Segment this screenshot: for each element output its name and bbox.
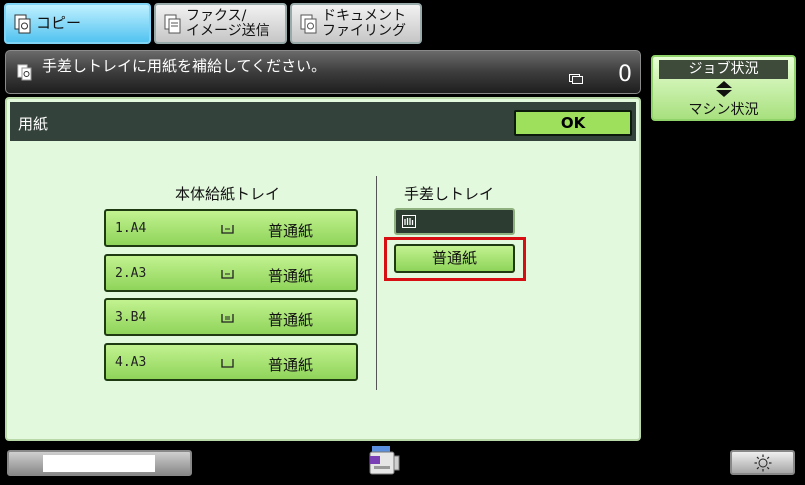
progress-indicator [7,450,192,476]
message-bar: 手差しトレイに用紙を補給してください。 0 [5,50,641,94]
job-status-button[interactable]: ジョブ状況 マシン状況 [651,55,796,121]
tray-paper-type: 普通紙 [268,311,314,329]
brightness-button[interactable] [730,450,795,475]
bypass-tray-indicator [394,208,515,235]
brightness-icon [754,454,772,472]
tray-number: 3.B4 [115,310,147,325]
tab-fax-label: ファクス/ イメージ送信 [186,7,270,39]
tray-paper-type: 普通紙 [268,222,314,240]
status-message: 手差しトレイに用紙を補給してください。 [42,57,327,75]
tray-button-2[interactable]: 2.A3 普通紙 [104,254,358,292]
machine-status-icon[interactable] [366,444,402,478]
tab-fax-label-line2: イメージ送信 [186,22,270,39]
bypass-tray-paper-type-button[interactable]: 普通紙 [394,244,515,273]
section-divider [376,176,377,390]
tray-empty-icon [221,359,234,368]
tab-filing-label-line1: ドキュメント [322,7,406,24]
tab-fax-label-line1: ファクス/ [186,7,247,24]
progress-fill [43,455,155,472]
bypass-tray-icon [402,215,416,228]
tray-landscape-icon [221,225,234,234]
paper-select-dialog: 用紙 OK 本体給紙トレイ 手差しトレイ 1.A4 普通紙 2.A3 普通紙 3… [5,97,641,441]
dialog-title: 用紙 [18,115,49,133]
machine-status-label: マシン状況 [688,102,759,118]
tray-landscape-icon [221,270,234,279]
tray-button-3[interactable]: 3.B4 普通紙 [104,298,358,336]
tab-fax-image-send[interactable]: ファクス/ イメージ送信 [154,3,287,44]
tab-filing-label-line2: ファイリング [322,22,406,39]
copy-count: 0 [618,62,632,87]
tray-button-4[interactable]: 4.A3 普通紙 [104,343,358,381]
fax-send-icon [164,14,182,34]
manual-tray-section-label: 手差しトレイ [404,185,495,203]
tab-copy[interactable]: コピー [4,3,151,44]
tray-button-1[interactable]: 1.A4 普通紙 [104,209,358,247]
tray-paper-type: 普通紙 [268,267,314,285]
main-tray-section-label: 本体給紙トレイ [175,185,281,203]
tray-number: 4.A3 [115,355,147,370]
copy-icon [14,14,32,34]
dialog-header: 用紙 OK [10,102,636,141]
tab-copy-label: コピー [36,14,82,32]
up-down-arrow-icon [716,81,732,97]
tray-landscape-icon [221,314,234,323]
tab-document-filing[interactable]: ドキュメント ファイリング [290,3,422,44]
tray-paper-type: 普通紙 [268,356,314,374]
ok-button[interactable]: OK [514,110,632,136]
copy-icon [17,64,33,85]
tab-filing-label: ドキュメント ファイリング [322,7,406,39]
document-filing-icon [300,14,318,34]
copy-count-icon [569,69,583,88]
tray-number: 2.A3 [115,266,147,281]
tray-number: 1.A4 [115,221,147,236]
job-status-label: ジョブ状況 [659,60,788,79]
